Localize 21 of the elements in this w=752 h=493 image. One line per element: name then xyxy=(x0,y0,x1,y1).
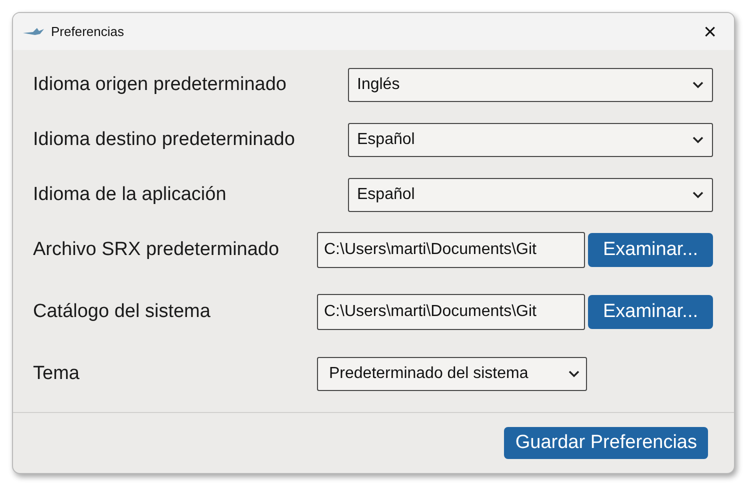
close-icon[interactable]: × xyxy=(696,20,724,42)
dropdown[interactable]: Español xyxy=(348,178,713,212)
dropdown[interactable]: Español xyxy=(348,123,713,157)
chevron-icon xyxy=(692,191,704,199)
browse-button[interactable]: Examinar... xyxy=(588,295,713,329)
field-label: Idioma origen predeterminado xyxy=(33,74,288,96)
chevron-icon xyxy=(692,81,704,89)
chevron-icon xyxy=(568,370,580,378)
field-label: Idioma destino predeterminado xyxy=(33,129,296,151)
field-label: Catálogo del sistema xyxy=(33,301,212,323)
field-label: Archivo SRX predeterminado xyxy=(33,239,280,261)
window-title: Preferencias xyxy=(51,24,125,39)
save-button[interactable]: Guardar Preferencias xyxy=(504,427,708,459)
dropdown[interactable]: Predeterminado del sistema xyxy=(317,357,587,391)
path-field[interactable]: C:\Users\marti\Documents\Git xyxy=(317,294,585,330)
browse-button[interactable]: Examinar... xyxy=(588,233,713,267)
chevron-icon xyxy=(692,136,704,144)
field-label: Idioma de la aplicación xyxy=(33,184,228,206)
path-field[interactable]: C:\Users\marti\Documents\Git xyxy=(317,232,585,268)
dropdown[interactable]: Inglés xyxy=(348,68,713,102)
field-label: Tema xyxy=(33,363,80,385)
